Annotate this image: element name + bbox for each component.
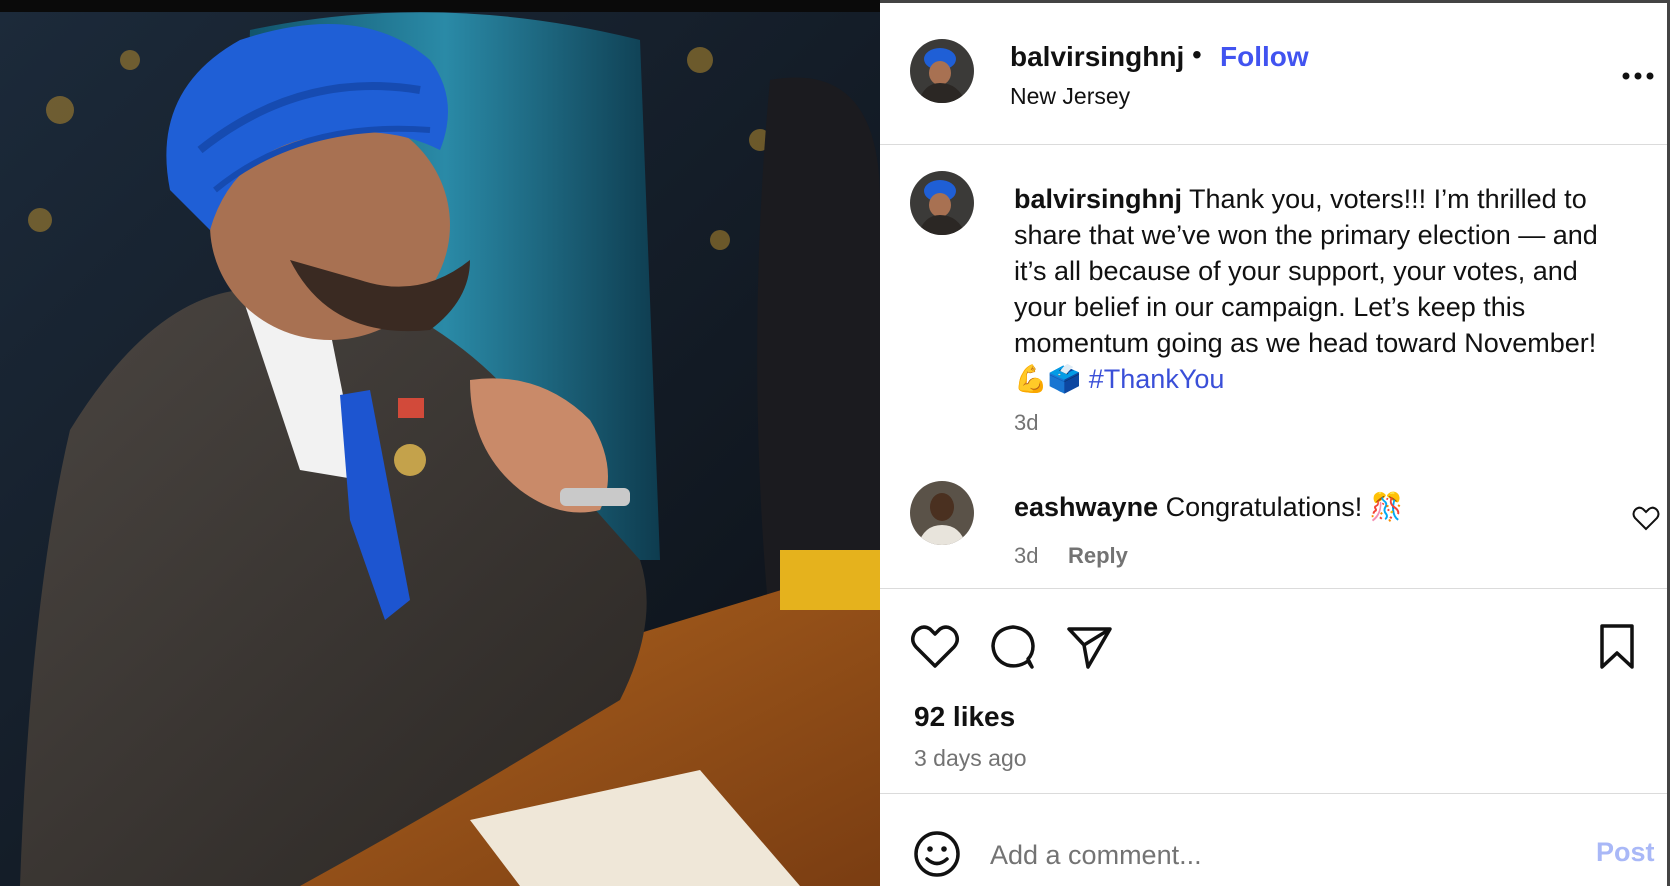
caption-username[interactable]: balvirsinghnj xyxy=(1014,184,1182,214)
likes-count[interactable]: 92 likes xyxy=(914,701,1015,733)
caption-author-avatar[interactable] xyxy=(910,171,974,235)
post-sidebar: balvirsinghnj • Follow New Jersey balvir… xyxy=(880,0,1670,886)
post-location[interactable]: New Jersey xyxy=(1010,83,1130,110)
comment-timestamp[interactable]: 3d xyxy=(1014,543,1038,569)
comment-line: eashwayne Congratulations! 🎊 xyxy=(1014,491,1403,523)
comment-username[interactable]: eashwayne xyxy=(1014,492,1158,522)
author-avatar[interactable] xyxy=(910,39,974,103)
comment-like-icon[interactable] xyxy=(1632,505,1660,531)
post-photo-illustration xyxy=(0,0,880,886)
header-separator: • xyxy=(1192,39,1202,70)
comment-input[interactable] xyxy=(990,833,1550,877)
author-username[interactable]: balvirsinghnj xyxy=(1010,41,1184,73)
post-date[interactable]: 3 days ago xyxy=(914,745,1027,772)
caption-hashtag[interactable]: #ThankYou xyxy=(1089,364,1225,394)
comment-icon[interactable] xyxy=(988,621,1038,671)
bookmark-icon[interactable] xyxy=(1592,621,1642,671)
emoji-icon[interactable] xyxy=(912,829,962,879)
post-header: balvirsinghnj • Follow New Jersey xyxy=(880,3,1667,145)
share-icon[interactable] xyxy=(1064,621,1114,671)
actions-divider-top xyxy=(880,588,1667,589)
commenter-avatar[interactable] xyxy=(910,481,974,545)
caption-text: Thank you, voters!!! I’m thrilled to sha… xyxy=(1014,184,1598,394)
heart-icon[interactable] xyxy=(910,621,960,671)
caption-timestamp[interactable]: 3d xyxy=(1014,410,1038,436)
post-button[interactable]: Post xyxy=(1596,837,1655,868)
comment-text: Congratulations! 🎊 xyxy=(1165,492,1404,522)
follow-button[interactable]: Follow xyxy=(1220,41,1309,73)
more-options-icon[interactable] xyxy=(1618,61,1658,91)
composer-divider xyxy=(880,793,1667,794)
reply-button[interactable]: Reply xyxy=(1068,543,1128,569)
post-caption: balvirsinghnj Thank you, voters!!! I’m t… xyxy=(1014,181,1634,397)
post-photo[interactable] xyxy=(0,0,880,886)
